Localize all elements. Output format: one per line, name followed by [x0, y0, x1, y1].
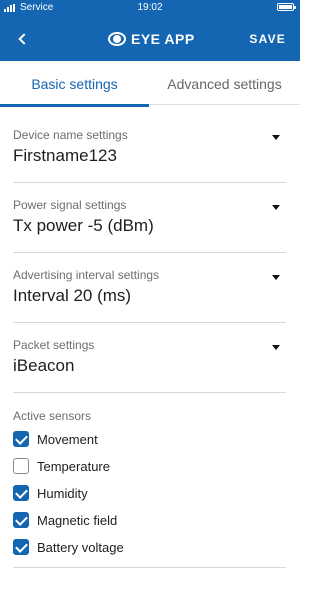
checkbox[interactable] — [13, 431, 29, 447]
tab-label: Advanced settings — [167, 76, 282, 92]
tab-label: Basic settings — [31, 76, 118, 92]
sensor-label: Humidity — [37, 485, 88, 501]
setting-value: iBeacon — [13, 356, 75, 375]
advertising-interval-setting[interactable]: Advertising interval settings Interval 2… — [0, 268, 300, 338]
setting-value: Firstname123 — [13, 146, 117, 165]
setting-value: Tx power -5 (dBm) — [13, 216, 154, 235]
caret-down-icon — [272, 135, 280, 140]
active-tab-indicator — [0, 104, 149, 107]
sensor-label: Battery voltage — [37, 539, 124, 555]
caret-down-icon — [272, 275, 280, 280]
status-time: 19:02 — [137, 2, 163, 13]
eye-logo-icon — [108, 32, 126, 46]
sensor-humidity[interactable]: Humidity — [13, 484, 88, 502]
back-button[interactable] — [12, 28, 36, 50]
save-button[interactable]: SAVE — [249, 32, 286, 46]
tab-basic-settings[interactable]: Basic settings — [0, 61, 149, 107]
sensor-movement[interactable]: Movement — [13, 430, 98, 448]
checkbox[interactable] — [13, 458, 29, 474]
sensor-label: Temperature — [37, 458, 110, 474]
setting-label: Packet settings — [13, 338, 95, 352]
app-header: Service 19:02 EYE APP SAVE — [0, 0, 300, 61]
setting-label: Power signal settings — [13, 198, 127, 212]
divider — [13, 252, 286, 253]
setting-label: Advertising interval settings — [13, 268, 160, 282]
device-name-setting[interactable]: Device name settings Firstname123 — [0, 128, 300, 198]
caret-down-icon — [272, 205, 280, 210]
caret-down-icon — [272, 345, 280, 350]
checkbox[interactable] — [13, 485, 29, 501]
battery-icon — [277, 3, 296, 11]
divider — [13, 182, 286, 183]
active-sensors-title: Active sensors — [13, 409, 92, 423]
sensor-label: Magnetic field — [37, 512, 118, 528]
setting-value: Interval 20 (ms) — [13, 286, 132, 305]
sensor-battery-voltage[interactable]: Battery voltage — [13, 538, 124, 556]
setting-label: Device name settings — [13, 128, 128, 142]
checkbox[interactable] — [13, 512, 29, 528]
sensor-temperature[interactable]: Temperature — [13, 457, 110, 475]
power-signal-setting[interactable]: Power signal settings Tx power -5 (dBm) — [0, 198, 300, 268]
sensor-label: Movement — [37, 431, 98, 447]
divider — [13, 567, 286, 568]
app-brand: EYE APP — [108, 30, 195, 48]
screen: Service 19:02 EYE APP SAVE Basic setting… — [0, 0, 300, 606]
settings-tabs: Basic settings Advanced settings — [0, 61, 300, 107]
tabs-divider — [149, 104, 300, 105]
checkbox[interactable] — [13, 539, 29, 555]
status-bar: Service 19:02 — [0, 0, 300, 16]
divider — [13, 392, 286, 393]
app-title: EYE APP — [131, 31, 195, 47]
divider — [13, 322, 286, 323]
sensor-magnetic-field[interactable]: Magnetic field — [13, 511, 117, 529]
tab-advanced-settings[interactable]: Advanced settings — [149, 61, 300, 107]
packet-setting[interactable]: Packet settings iBeacon — [0, 338, 300, 408]
